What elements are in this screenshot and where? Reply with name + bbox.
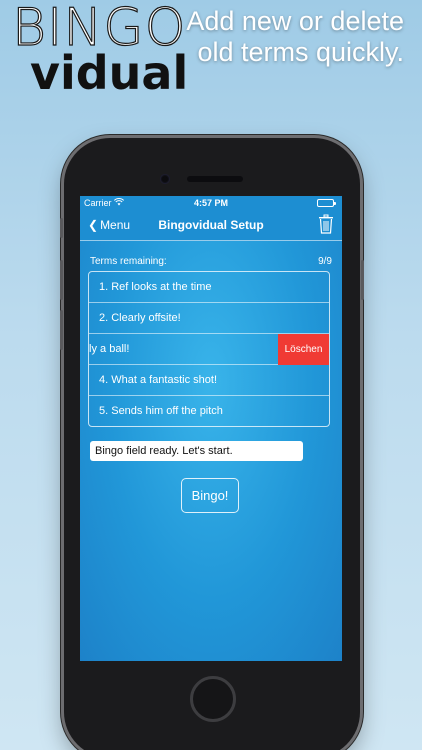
battery-icon — [317, 199, 336, 207]
list-item[interactable]: 4. What a fantastic shot! — [89, 365, 329, 396]
bingo-button[interactable]: Bingo! — [181, 478, 239, 513]
navigation-bar: ❮ Menu Bingovidual Setup — [80, 210, 342, 241]
marketing-headline: Add new or delete old terms quickly. — [186, 6, 404, 67]
trash-icon[interactable] — [318, 214, 334, 234]
front-camera — [160, 174, 170, 184]
status-time: 4:57 PM — [193, 198, 228, 208]
volume-up-button — [60, 260, 63, 300]
home-button[interactable] — [190, 676, 236, 722]
logo-vidual: vidual — [30, 46, 189, 100]
power-button — [361, 260, 364, 300]
phone-frame: Carrier 4:57 PM ❮Menu Bingovidual Setup — [60, 138, 364, 750]
terms-remaining-count: 9/9 — [318, 256, 332, 267]
list-item-text: 3. Penalty, clearly a ball! — [89, 343, 130, 355]
terms-header: Terms remaining: 9/9 — [90, 256, 332, 267]
list-item[interactable]: 2. Clearly offsite! — [89, 303, 329, 334]
page-title: Bingovidual Setup — [158, 218, 264, 232]
list-item[interactable]: 5. Sends him off the pitch — [89, 396, 329, 426]
status-message-field: Bingo field ready. Let's start. — [90, 441, 303, 461]
mute-switch — [60, 218, 63, 238]
status-bar: Carrier 4:57 PM — [80, 196, 342, 210]
app-screen: Carrier 4:57 PM ❮Menu Bingovidual Setup — [80, 196, 342, 661]
list-item-swiped[interactable]: 3. Penalty, clearly a ball! Löschen — [89, 334, 329, 365]
terms-remaining-label: Terms remaining: — [90, 256, 167, 267]
delete-button[interactable]: Löschen — [278, 334, 329, 365]
earpiece-speaker — [187, 176, 243, 182]
volume-down-button — [60, 310, 63, 350]
terms-list: 1. Ref looks at the time 2. Clearly offs… — [88, 271, 330, 427]
list-item[interactable]: 1. Ref looks at the time — [89, 272, 329, 303]
